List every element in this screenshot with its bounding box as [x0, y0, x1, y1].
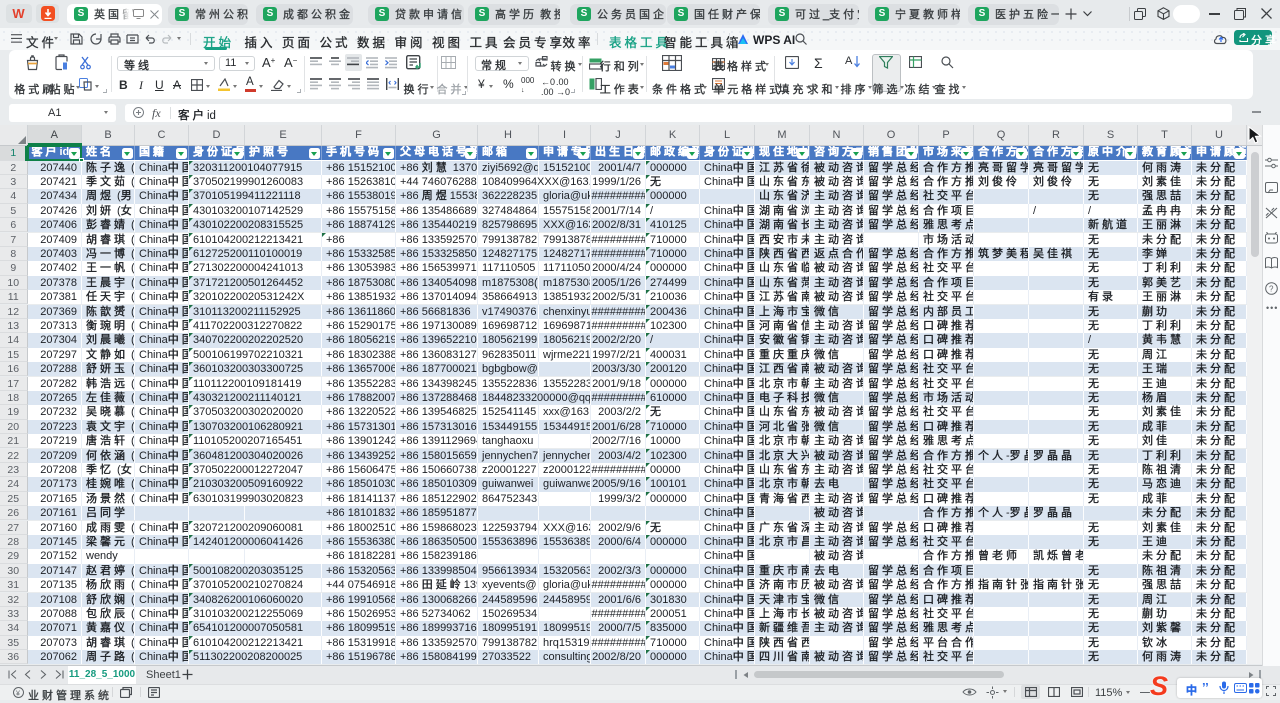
svg-text:¥: ¥ [16, 691, 20, 698]
svg-text:?: ? [1269, 285, 1274, 294]
